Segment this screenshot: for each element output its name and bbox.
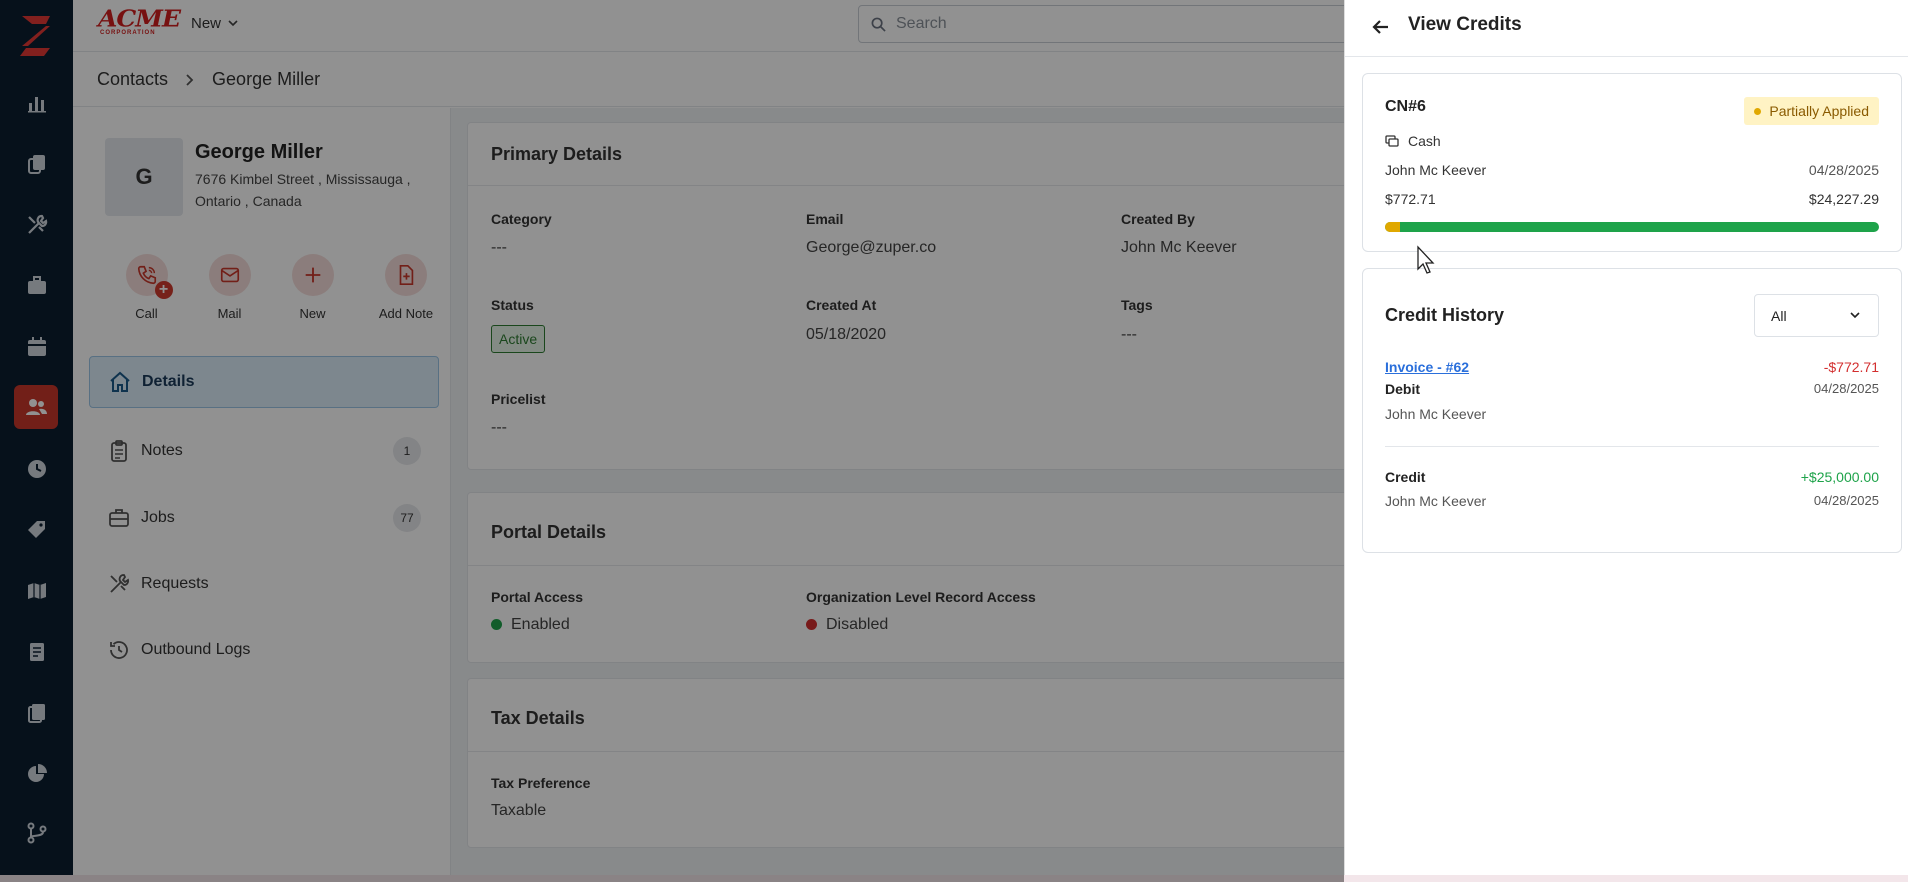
drawer-title: View Credits [1408, 14, 1522, 35]
credit-history-title: Credit History [1385, 305, 1505, 325]
history-filter-select[interactable]: All [1754, 294, 1879, 337]
applied-portion [1385, 222, 1401, 232]
filter-value: All [1771, 307, 1787, 324]
view-credits-drawer: View Credits CN#6 Partially Applied Cash… [1344, 0, 1908, 875]
entry-user: John Mc Keever [1385, 406, 1487, 422]
entry-date: 04/28/2025 [1813, 381, 1879, 396]
status-dot [1754, 107, 1762, 115]
entry-type: Debit [1385, 381, 1420, 397]
drawer-header: View Credits [1345, 0, 1908, 57]
status-badge: Partially Applied [1744, 97, 1879, 125]
credit-note-created-by: John Mc Keever [1385, 162, 1487, 178]
invoice-link[interactable]: Invoice - #62 [1385, 359, 1469, 375]
divider [1385, 446, 1879, 447]
credit-amount: +$25,000.00 [1800, 469, 1879, 485]
applied-amount: $772.71 [1385, 191, 1436, 207]
credit-note-date: 04/28/2025 [1808, 162, 1879, 178]
back-arrow-icon[interactable] [1371, 17, 1391, 37]
chevron-down-icon [1850, 312, 1860, 319]
credit-history-card: Credit History All Invoice - #62 -$772.7… [1362, 268, 1902, 553]
mouse-cursor-icon [1417, 245, 1435, 274]
payment-method: Cash [1408, 133, 1441, 149]
entry-date: 04/28/2025 [1813, 493, 1879, 508]
credit-note-id: CN#6 [1385, 98, 1426, 115]
amounts-row: $772.71 $24,227.29 [1385, 191, 1879, 207]
status-badge-label: Partially Applied [1769, 103, 1869, 119]
history-entry-user-row: John Mc Keever 04/28/2025 [1385, 493, 1879, 509]
history-entry: Credit +$25,000.00 [1385, 469, 1879, 485]
entry-type: Credit [1385, 469, 1426, 485]
debit-amount: -$772.71 [1823, 359, 1879, 375]
history-entry: Invoice - #62 -$772.71 [1385, 359, 1879, 375]
payment-method-row: Cash [1385, 133, 1879, 149]
cash-icon [1385, 134, 1399, 147]
modal-backdrop[interactable] [0, 0, 1344, 882]
credit-usage-progress-bar [1385, 222, 1879, 232]
remaining-amount: $24,227.29 [1808, 191, 1879, 207]
credit-note-card[interactable]: CN#6 Partially Applied Cash John Mc Keev… [1362, 73, 1902, 252]
created-by-row: John Mc Keever 04/28/2025 [1385, 162, 1879, 178]
entry-user: John Mc Keever [1385, 493, 1487, 509]
history-entry-type-row: Debit 04/28/2025 [1385, 381, 1879, 397]
